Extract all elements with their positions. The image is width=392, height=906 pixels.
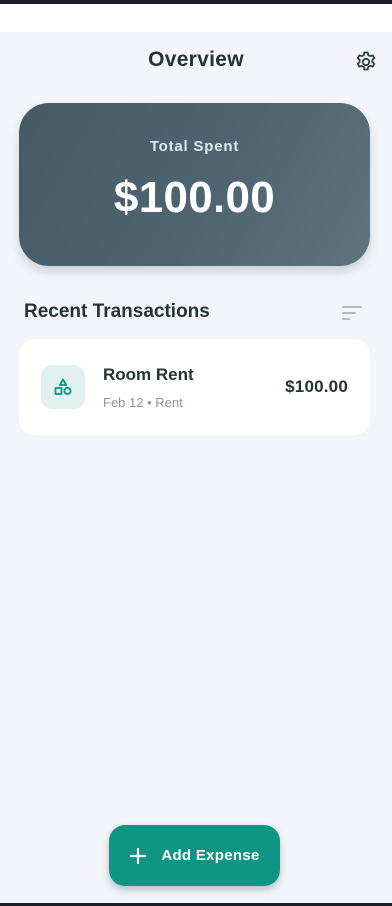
total-spent-label: Total Spent <box>149 138 240 155</box>
add-expense-button[interactable]: Add Expense <box>109 825 280 886</box>
notification-icon <box>48 13 57 22</box>
plus-icon <box>129 847 147 865</box>
sort-button[interactable] <box>336 299 368 327</box>
transaction-amount: $100.00 <box>285 377 348 396</box>
add-expense-label: Add Expense <box>161 847 260 864</box>
page-title: Overview <box>148 48 244 71</box>
total-spent-amount: $100.00 <box>113 173 276 222</box>
settings-button[interactable] <box>350 46 382 78</box>
gear-icon <box>356 51 376 71</box>
app-header: Overview <box>0 38 392 86</box>
transaction-meta: Feb 12 • Rent <box>103 395 183 410</box>
status-bar: 3:12 <box>0 4 392 32</box>
shapes-category-icon <box>54 378 72 395</box>
transaction-item[interactable]: Room Rent Feb 12 • Rent $100.00 <box>19 339 370 435</box>
sort-icon <box>342 306 362 320</box>
status-time: 3:12 <box>4 9 33 25</box>
transaction-category-icon-box <box>41 365 85 409</box>
transaction-title: Room Rent <box>103 365 194 384</box>
recent-transactions-title: Recent Transactions <box>24 301 210 322</box>
total-spent-card: Total Spent $100.00 <box>19 103 370 266</box>
app-screen: 3:12 Overview Total Spent $100.00 Recent… <box>0 0 392 906</box>
